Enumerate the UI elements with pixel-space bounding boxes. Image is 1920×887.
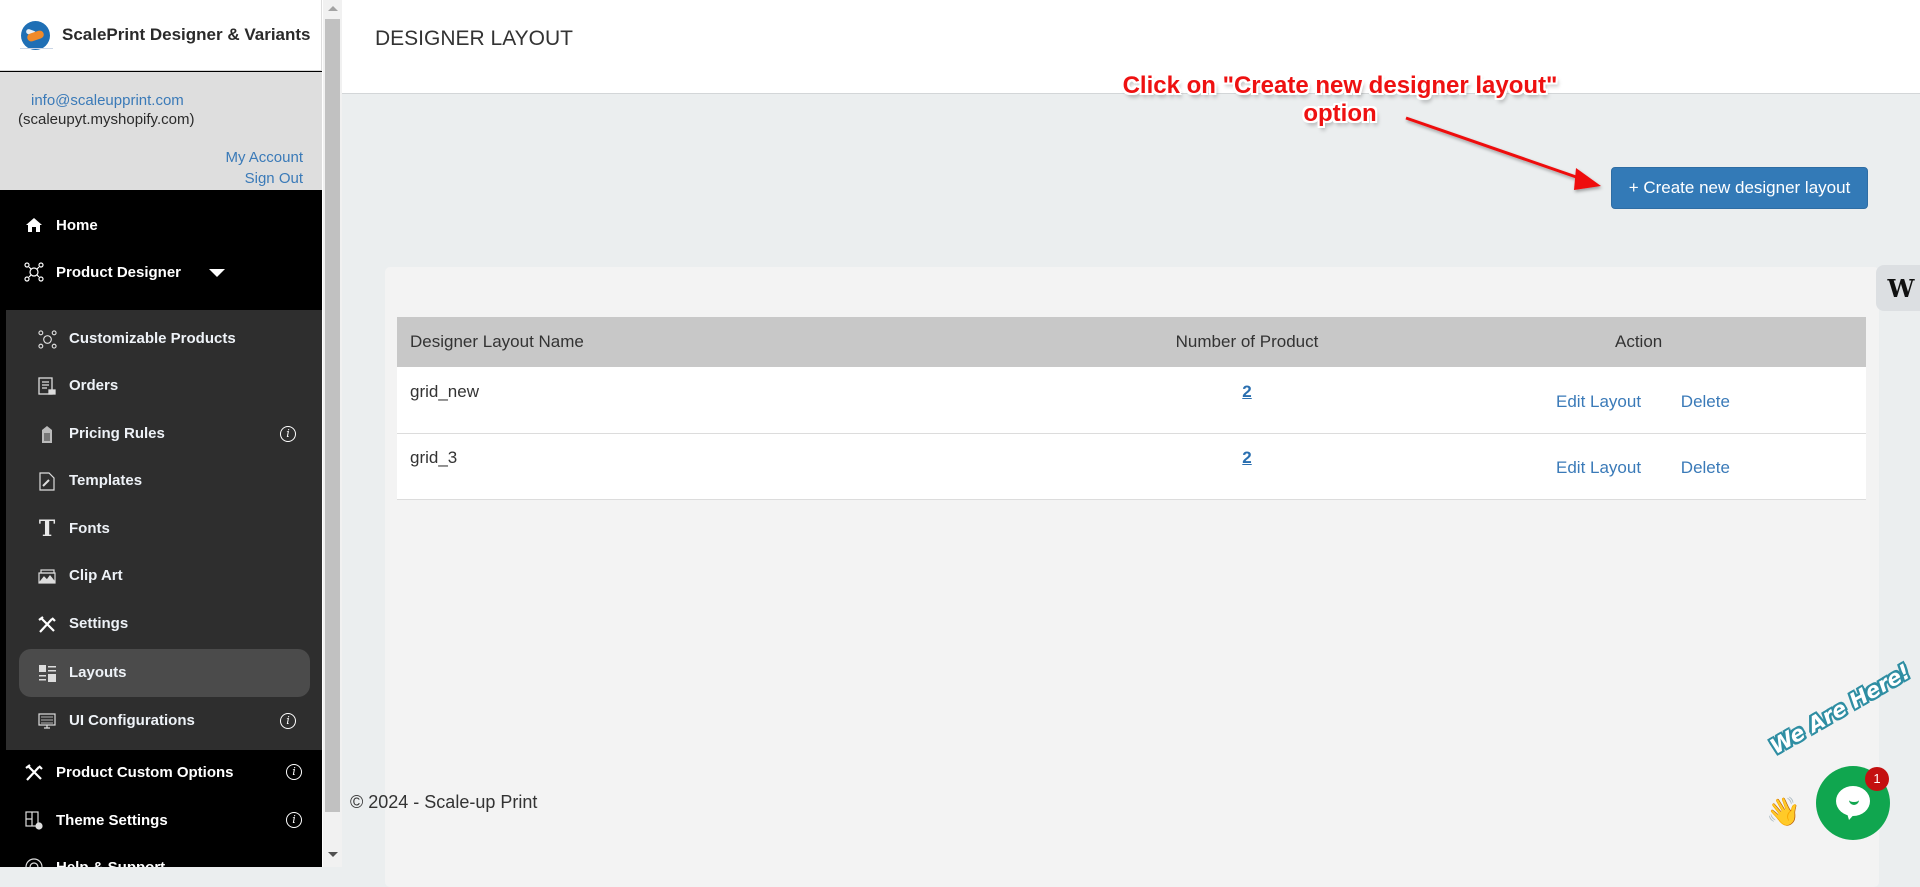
sidebar-item-customizable-products[interactable]: Customizable Products (6, 317, 322, 361)
column-header-name: Designer Layout Name (410, 332, 584, 351)
info-icon[interactable]: i (286, 812, 302, 828)
table-header-row: Designer Layout Name Number of Product A… (397, 317, 1866, 367)
scroll-down-arrow-icon[interactable] (328, 852, 338, 857)
product-count-cell: 2 (1057, 367, 1437, 433)
delete-layout-link[interactable]: Delete (1681, 458, 1730, 477)
info-icon[interactable]: i (280, 713, 296, 729)
sidebar-item-label: Pricing Rules (69, 425, 165, 442)
account-email-link[interactable]: info@scaleupprint.com (31, 92, 184, 109)
layout-name: grid_3 (410, 448, 458, 467)
font-icon: T (38, 516, 56, 542)
layout-name-cell: grid_3 (397, 433, 1057, 499)
sidebar-item-label: Home (56, 216, 98, 234)
sidebar-item-label: Product Designer (56, 263, 182, 281)
sidebar-item-theme-settings[interactable]: Theme Settings i (0, 800, 322, 840)
delete-layout-link[interactable]: Delete (1681, 392, 1730, 411)
product-count-link[interactable]: 2 (1242, 448, 1251, 467)
scroll-up-arrow-icon[interactable] (328, 6, 338, 11)
sidebar-item-orders[interactable]: Orders (6, 364, 322, 408)
monitor-icon (37, 711, 57, 731)
sidebar: ScalePrint Designer & Variants info@scal… (0, 0, 322, 867)
sidebar-item-templates[interactable]: Templates (6, 459, 322, 503)
sidebar-item-label: Customizable Products (69, 330, 236, 347)
info-icon[interactable]: i (286, 764, 302, 780)
sidebar-item-settings[interactable]: Settings (6, 602, 322, 646)
sidebar-item-product-custom-options[interactable]: Product Custom Options i (0, 752, 322, 792)
sidebar-item-pricing-rules[interactable]: Pricing Rules i (6, 412, 322, 456)
sidebar-item-label: Help & Support (56, 858, 166, 868)
image-stack-icon (37, 566, 57, 586)
footer-copyright: © 2024 - Scale-up Print (350, 792, 538, 812)
info-icon[interactable]: i (280, 426, 296, 442)
action-cell: Edit Layout Delete (1437, 367, 1866, 433)
chevron-down-icon[interactable] (209, 269, 225, 277)
brand-header: ScalePrint Designer & Variants (0, 0, 322, 71)
sidebar-item-layouts[interactable]: Layouts (19, 649, 310, 697)
home-icon (24, 215, 44, 235)
lifebuoy-icon (24, 857, 44, 867)
sidebar-item-fonts[interactable]: T Fonts (6, 507, 322, 551)
layout-name-cell: grid_new (397, 367, 1057, 433)
tutorial-annotation: Click on "Create new designer layout" op… (1080, 72, 1600, 128)
column-header-action: Action (1437, 317, 1866, 367)
scrollbar-thumb[interactable] (325, 19, 340, 812)
sidebar-item-label: Fonts (69, 520, 110, 537)
handshake-logo-icon (21, 21, 50, 50)
sidebar-item-home[interactable]: Home (0, 205, 322, 245)
sidebar-item-label: Orders (69, 377, 119, 394)
product-designer-submenu: Customizable Products Orders Pricing Rul… (6, 310, 322, 750)
product-count-cell: 2 (1057, 433, 1437, 499)
edit-layout-link[interactable]: Edit Layout (1556, 392, 1641, 411)
annotation-line-2: option (1303, 100, 1377, 127)
column-header-count: Number of Product (1175, 332, 1319, 351)
table-row: grid_3 2 Edit Layout Delete (397, 433, 1866, 499)
sidebar-item-label: Templates (69, 472, 143, 489)
layout-icon (37, 663, 57, 683)
app-title: ScalePrint Designer & Variants (62, 25, 311, 44)
tools-icon (37, 614, 57, 634)
my-account-link[interactable]: My Account (225, 149, 303, 166)
edit-layout-link[interactable]: Edit Layout (1556, 458, 1641, 477)
chat-unread-badge: 1 (1865, 767, 1889, 791)
sidebar-item-label: Clip Art (69, 567, 123, 584)
page-title: DESIGNER LAYOUT (375, 27, 573, 50)
sidebar-item-product-designer[interactable]: Product Designer (0, 252, 322, 292)
sidebar-item-ui-configurations[interactable]: UI Configurations i (6, 699, 322, 743)
sidebar-item-label: UI Configurations (69, 712, 195, 729)
side-widget-w-icon[interactable]: W (1876, 265, 1920, 311)
annotation-line-1: Click on "Create new designer layout" (1122, 72, 1558, 99)
create-new-designer-layout-button[interactable]: + Create new designer layout (1611, 167, 1868, 209)
store-domain: (scaleupyt.myshopify.com) (18, 111, 195, 128)
theme-settings-icon (24, 810, 44, 830)
document-edit-icon (37, 471, 57, 491)
sidebar-item-label: Product Custom Options (56, 763, 234, 781)
network-icon (24, 262, 44, 282)
column-header-action-label: Action (1615, 332, 1663, 351)
sidebar-item-clip-art[interactable]: Clip Art (6, 554, 322, 598)
account-panel: info@scaleupprint.com (scaleupyt.myshopi… (0, 72, 322, 190)
network-icon (37, 329, 57, 349)
sidebar-item-label: Settings (69, 615, 129, 632)
action-cell: Edit Layout Delete (1437, 433, 1866, 499)
sign-out-link[interactable]: Sign Out (245, 170, 303, 187)
layout-name: grid_new (410, 381, 479, 401)
sidebar-scrollbar[interactable] (322, 0, 342, 867)
table-row: grid_new 2 Edit Layout Delete (397, 367, 1866, 433)
tools-icon (24, 762, 44, 782)
price-tag-icon (37, 424, 57, 444)
sidebar-item-label: Theme Settings (56, 811, 168, 829)
receipt-icon (37, 376, 57, 396)
sidebar-item-help-support[interactable]: Help & Support (0, 847, 322, 867)
product-count-link[interactable]: 2 (1242, 382, 1251, 401)
designer-layouts-table: Designer Layout Name Number of Product A… (397, 317, 1866, 500)
sidebar-item-label: Layouts (69, 664, 127, 681)
waving-hand-icon: 👋 (1766, 796, 1801, 827)
